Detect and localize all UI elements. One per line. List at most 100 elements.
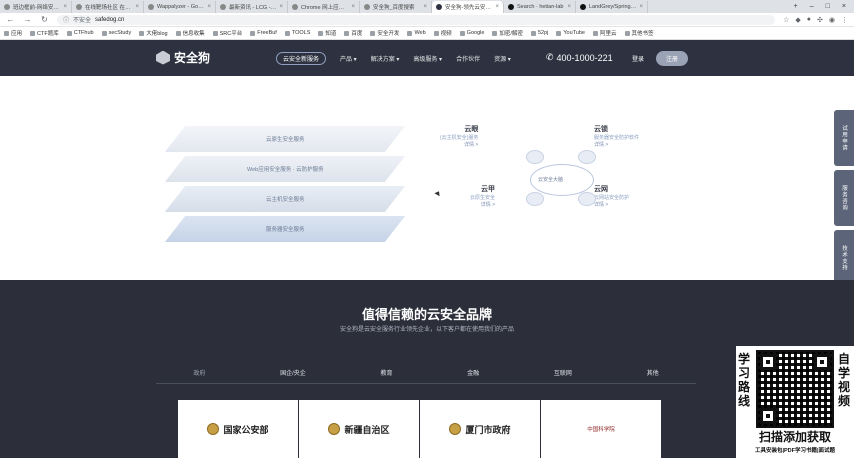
tab-other[interactable]: 其他 xyxy=(647,368,659,377)
qr-promo-overlay: 学 习 路 线 自 学 视 频 扫描添加获取 工具安装包|PDF学习书籍|面试题 xyxy=(736,346,854,458)
bookmark-item[interactable]: YouTube xyxy=(556,30,585,36)
bookmark-item[interactable]: 安全开发 xyxy=(370,29,399,37)
layer-label: 服务器安全服务 xyxy=(265,227,305,233)
client-card[interactable]: 国家公安部 xyxy=(178,400,298,458)
nav-resources[interactable]: 资源 ▾ xyxy=(494,54,511,63)
login-link[interactable]: 登录 xyxy=(632,54,644,63)
new-tab-icon[interactable]: + xyxy=(794,3,798,10)
favicon-icon xyxy=(148,4,154,10)
close-icon[interactable]: × xyxy=(423,4,427,10)
side-tab-consult[interactable]: 服务咨询 xyxy=(834,170,854,226)
bookmark-item[interactable]: CTF题库 xyxy=(30,29,59,37)
close-icon[interactable]: × xyxy=(351,4,355,10)
browser-tab[interactable]: Chrome 网上应用店... × xyxy=(288,1,360,13)
star-icon[interactable]: ☆ xyxy=(783,16,789,24)
qr-code-icon xyxy=(756,350,834,428)
close-icon[interactable]: × xyxy=(279,4,283,10)
folder-icon xyxy=(370,30,376,36)
extension-icon[interactable]: ● xyxy=(807,16,811,24)
qr-left-text: 学 习 路 线 xyxy=(738,352,751,408)
browser-tab[interactable]: Search · hetian-lab × xyxy=(504,1,576,13)
close-icon[interactable]: × xyxy=(495,4,499,10)
reload-icon[interactable]: ↻ xyxy=(40,15,49,24)
close-icon[interactable]: × xyxy=(207,4,211,10)
bookmark-item[interactable]: 百度 xyxy=(344,29,362,37)
bookmark-item[interactable]: SRC平台 xyxy=(212,29,242,37)
tab-title: Search · hetian-lab xyxy=(517,4,564,10)
browser-tab[interactable]: 在线靶场社区 在城... × xyxy=(72,1,144,13)
nav-cloud-security-pill[interactable]: 云安全新服务 xyxy=(276,52,327,65)
folder-icon xyxy=(530,30,536,36)
extension-icon[interactable]: ◆ xyxy=(795,16,800,24)
folder-icon xyxy=(284,30,290,36)
close-icon[interactable]: × xyxy=(63,4,67,10)
bookmark-item[interactable]: Web xyxy=(407,30,426,36)
tab-internet[interactable]: 互联网 xyxy=(554,368,572,377)
browser-tab-active[interactable]: 安全狗-领先云安全品...× xyxy=(432,1,504,13)
bookmark-item[interactable]: CTFhub xyxy=(66,30,94,36)
service-more-link[interactable]: 详情 > xyxy=(470,202,495,209)
close-icon[interactable]: × xyxy=(567,4,571,10)
nav-partners[interactable]: 合作伙伴 xyxy=(456,54,480,63)
trusted-brand-section: 值得信赖的云安全品牌 安全狗是云安全服务行业领先企业，以下客户都在使用我们的产品… xyxy=(0,280,854,458)
bookmark-item[interactable]: 大佬blog xyxy=(139,29,168,37)
browser-tab[interactable]: 安全狗_百度搜索 × xyxy=(360,1,432,13)
folder-icon xyxy=(30,30,36,36)
tab-government[interactable]: 政府 xyxy=(193,368,205,377)
register-button[interactable]: 注册 xyxy=(656,51,689,66)
nav-products[interactable]: 产品 ▾ xyxy=(340,54,357,63)
puzzle-icon[interactable]: ✣ xyxy=(817,16,823,24)
nav-advanced-services[interactable]: 高级服务 ▾ xyxy=(413,54,442,63)
client-name: 新疆自治区 xyxy=(344,424,390,435)
floating-side-tabs: 试用申请 服务咨询 技术支持 xyxy=(834,110,854,286)
bookmark-item[interactable]: 其他书签 xyxy=(624,29,654,37)
bookmark-item[interactable]: 52pj xyxy=(530,30,548,36)
tab-strip: 班边框前-网络安全高...× 在线靶场社区 在城...× Wappalyzer … xyxy=(0,0,854,13)
bookmark-item[interactable]: secStudy xyxy=(101,30,131,36)
brand-name: 安全狗 xyxy=(174,51,211,65)
national-emblem-icon xyxy=(328,423,341,435)
tab-title: 最新资讯 - LCG - LSc... xyxy=(229,5,277,11)
folder-icon xyxy=(318,30,324,36)
tab-finance[interactable]: 金融 xyxy=(467,368,479,377)
browser-tab[interactable]: 班边框前-网络安全高...× xyxy=(0,1,72,13)
folder-icon xyxy=(175,30,181,36)
close-window-icon[interactable]: × xyxy=(842,3,846,10)
nav-solutions[interactable]: 解决方案 ▾ xyxy=(371,54,400,63)
close-icon[interactable]: × xyxy=(639,4,643,10)
forward-icon[interactable]: → xyxy=(23,15,32,24)
back-icon[interactable]: ← xyxy=(6,15,15,24)
tab-education[interactable]: 教育 xyxy=(380,368,392,377)
url-input[interactable]: ⓘ 不安全 safedog.cn xyxy=(57,14,776,25)
bookmark-item[interactable]: Google xyxy=(459,30,484,36)
maximize-icon[interactable]: □ xyxy=(826,3,830,10)
tab-soe[interactable]: 国企/央企 xyxy=(280,368,306,377)
client-card[interactable]: 中国科学院 xyxy=(541,400,661,458)
brand-logo[interactable]: 安全狗 xyxy=(156,49,210,66)
client-card[interactable]: 新疆自治区 xyxy=(299,400,419,458)
side-tab-trial[interactable]: 试用申请 xyxy=(834,110,854,166)
bookmark-item[interactable]: 阿里云 xyxy=(592,29,617,37)
bookmark-item[interactable]: 信息收集 xyxy=(175,29,205,37)
tab-title: Chrome 网上应用店... xyxy=(301,5,350,11)
browser-tab[interactable]: 最新资讯 - LCG - LSc...× xyxy=(216,1,288,13)
browser-tab[interactable]: LandGrey/SpringBo... × xyxy=(576,1,648,13)
bookmark-item[interactable]: 加密/解密 xyxy=(492,29,523,37)
client-card[interactable]: 厦门市政府 xyxy=(420,400,540,458)
browser-tab[interactable]: Wappalyzer - Google...× xyxy=(144,1,216,13)
minimize-icon[interactable]: – xyxy=(810,3,814,10)
qr-banner: 扫描添加获取 xyxy=(758,430,831,444)
bookmark-item[interactable]: FreeBuf xyxy=(250,30,277,36)
not-secure-icon[interactable]: ⓘ xyxy=(63,15,69,24)
service-more-link[interactable]: 详情 > xyxy=(440,142,478,149)
menu-icon[interactable]: ⋮ xyxy=(841,16,848,24)
bookmark-item[interactable]: 视频 xyxy=(433,29,452,37)
bookmark-item[interactable]: 应用 xyxy=(4,29,22,37)
bookmark-item[interactable]: 知道 xyxy=(318,29,336,37)
architecture-section: 云原生安全服务 Web应用安全服务 · 云防护服务 云主机安全服务 服务器安全服… xyxy=(0,76,854,280)
close-icon[interactable]: × xyxy=(135,4,139,10)
bookmark-item[interactable]: TOOLS xyxy=(284,30,310,36)
folder-icon xyxy=(492,30,498,36)
side-tab-support[interactable]: 技术支持 xyxy=(834,230,854,286)
profile-icon[interactable]: ◉ xyxy=(829,16,835,24)
